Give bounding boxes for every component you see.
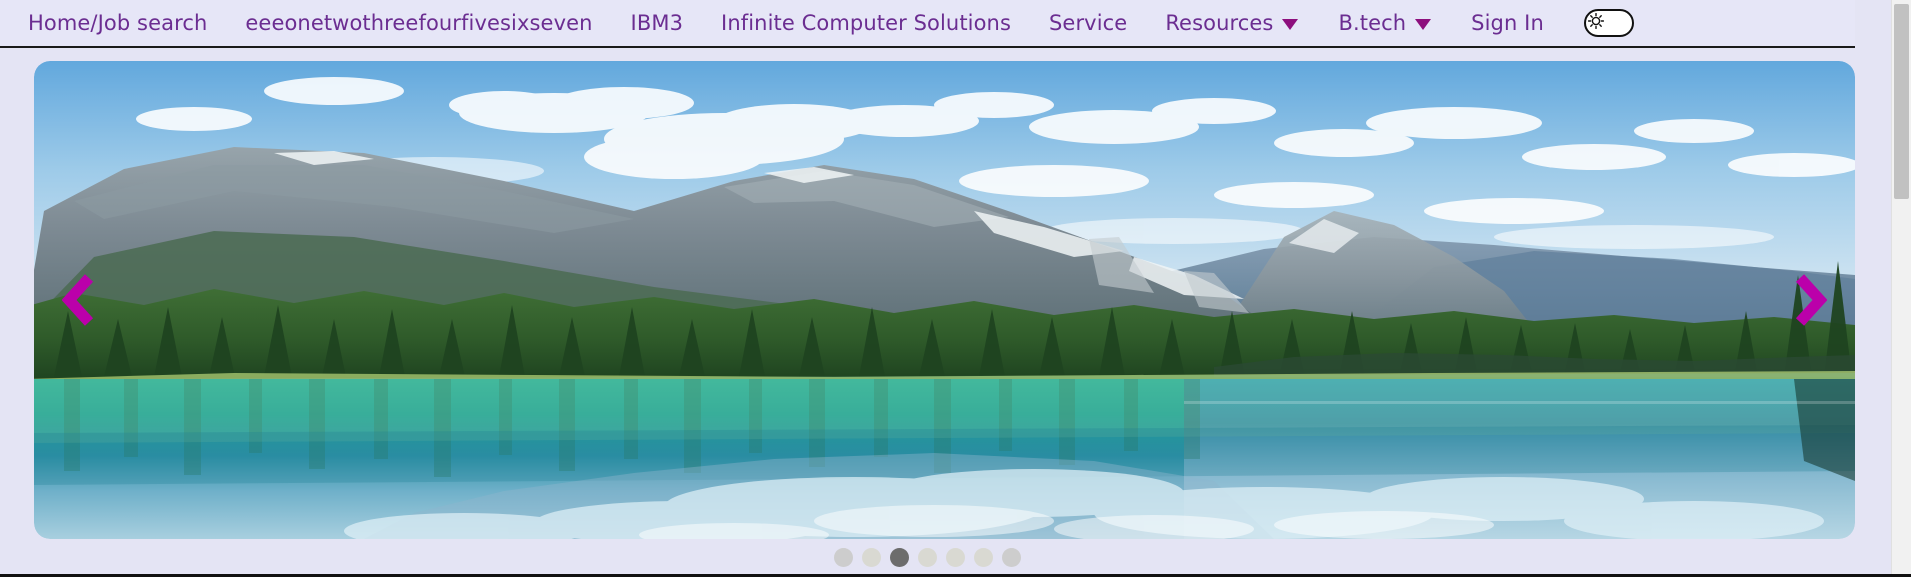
carousel-prev-button[interactable] [56, 268, 102, 332]
theme-mode-toggle[interactable] [1583, 9, 1634, 37]
nav-item-home-job-search[interactable]: Home/Job search [28, 10, 208, 35]
nav-item-label: Sign In [1471, 10, 1544, 35]
nav-item-ibm3[interactable]: IBM3 [630, 10, 684, 35]
carousel-dot-5[interactable] [946, 548, 965, 567]
carousel-indicator-dots [0, 548, 1855, 567]
carousel-dot-2[interactable] [862, 548, 881, 567]
nav-item-btech[interactable]: B.tech [1338, 10, 1433, 35]
nav-item-label: B.tech [1338, 10, 1407, 35]
nav-item-service[interactable]: Service [1049, 10, 1128, 35]
carousel-next-button[interactable] [1787, 268, 1833, 332]
chevron-right-icon [1793, 273, 1827, 327]
carousel-slide [34, 61, 1855, 539]
carousel-dot-4[interactable] [918, 548, 937, 567]
nav-item-infinite-computer-solutions[interactable]: Infinite Computer Solutions [721, 10, 1011, 35]
nav-item-label: IBM3 [630, 10, 684, 35]
nav-item-label: eeeonetwothreefourfivesixseven [245, 10, 593, 35]
vertical-scrollbar[interactable] [1891, 0, 1911, 574]
image-carousel[interactable] [34, 61, 1855, 539]
nav-item-label: Service [1049, 10, 1128, 35]
nav-item-resources[interactable]: Resources [1165, 10, 1300, 35]
carousel-dot-1[interactable] [834, 548, 853, 567]
page-root: Home/Job search eeeonetwothreefourfivesi… [0, 0, 1911, 577]
carousel-dot-7[interactable] [1002, 548, 1021, 567]
main-navigation: Home/Job search eeeonetwothreefourfivesi… [0, 0, 1855, 48]
chevron-down-icon [1282, 18, 1299, 30]
carousel-dot-3[interactable] [890, 548, 909, 567]
sun-icon [1587, 13, 1604, 29]
nav-item-sign-in[interactable]: Sign In [1471, 10, 1544, 35]
nav-item-label: Resources [1165, 10, 1274, 35]
chevron-left-icon [62, 273, 96, 327]
nav-item-label: Infinite Computer Solutions [721, 10, 1011, 35]
scrollbar-thumb[interactable] [1894, 4, 1909, 199]
nav-item-eeeonetwothreefourfivesixseven[interactable]: eeeonetwothreefourfivesixseven [245, 10, 593, 35]
nav-item-label: Home/Job search [28, 10, 208, 35]
carousel-dot-6[interactable] [974, 548, 993, 567]
chevron-down-icon [1415, 18, 1432, 30]
